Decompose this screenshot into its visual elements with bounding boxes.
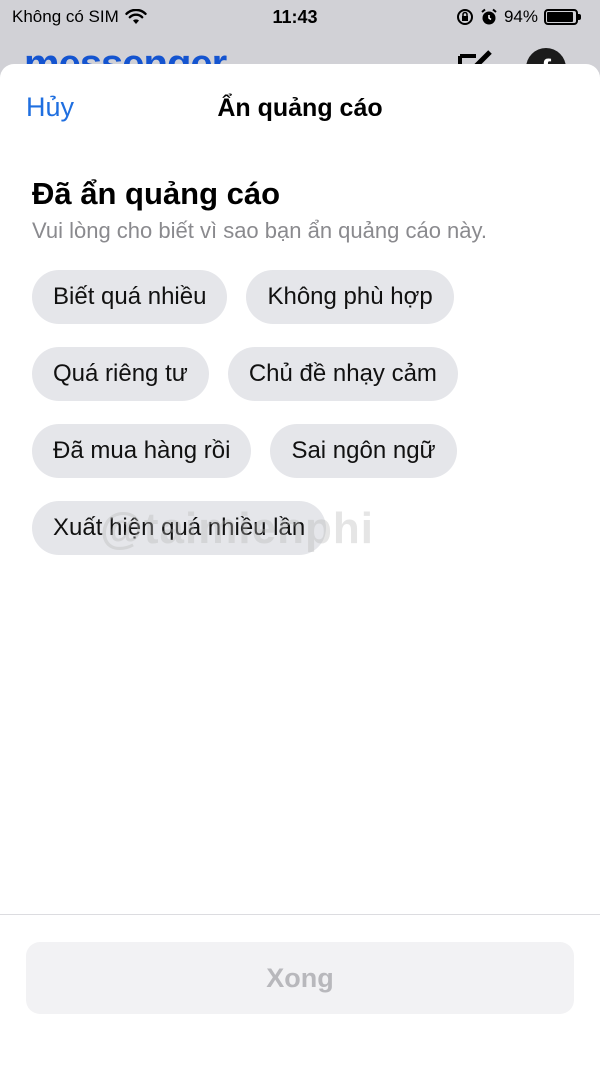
battery-level [547,12,574,22]
reason-chip-knows-too-much[interactable]: Biết quá nhiều [32,270,228,324]
status-bar: Không có SIM 11:43 94% [0,0,600,34]
reason-chip-seen-too-often[interactable]: Xuất hiện quá nhiều lần [32,501,327,555]
reason-chip-sensitive-topic[interactable]: Chủ đề nhạy cảm [227,347,458,401]
done-button[interactable]: Xong [26,942,574,1014]
reason-chip-already-bought[interactable]: Đã mua hàng rồi [32,424,252,478]
battery-percent: 94% [503,7,538,26]
status-right: 94% [378,7,581,27]
reason-prompt: Vui lòng cho biết vì sao bạn ẩn quảng cá… [32,218,487,243]
reason-chip-not-relevant[interactable]: Không phù hợp [246,270,454,324]
reason-chips: Biết quá nhiều Không phù hợp Quá riêng t… [32,270,572,555]
orientation-lock-icon [456,8,474,26]
alarm-icon [480,8,498,26]
sheet-title: Ẩn quảng cáo [217,94,383,122]
footer-divider [0,914,600,915]
reason-chip-wrong-language[interactable]: Sai ngôn ngữ [270,424,457,478]
wifi-icon [125,9,147,25]
battery-icon [544,9,581,25]
sheet-nav-bar: Hủy Ẩn quảng cáo [0,64,600,152]
hide-ad-sheet: Hủy Ẩn quảng cáo Đã ẩn quảng cáo Vui lòn… [0,64,600,1067]
carrier-label: Không có SIM [12,7,119,26]
status-time: 11:43 [272,6,318,27]
reason-chip-too-personal[interactable]: Quá riêng tư [32,347,209,401]
status-left: Không có SIM [12,7,212,27]
sheet-content: Đã ẩn quảng cáo Vui lòng cho biết vì sao… [0,152,600,555]
confirmation-heading: Đã ẩn quảng cáo [32,176,281,211]
